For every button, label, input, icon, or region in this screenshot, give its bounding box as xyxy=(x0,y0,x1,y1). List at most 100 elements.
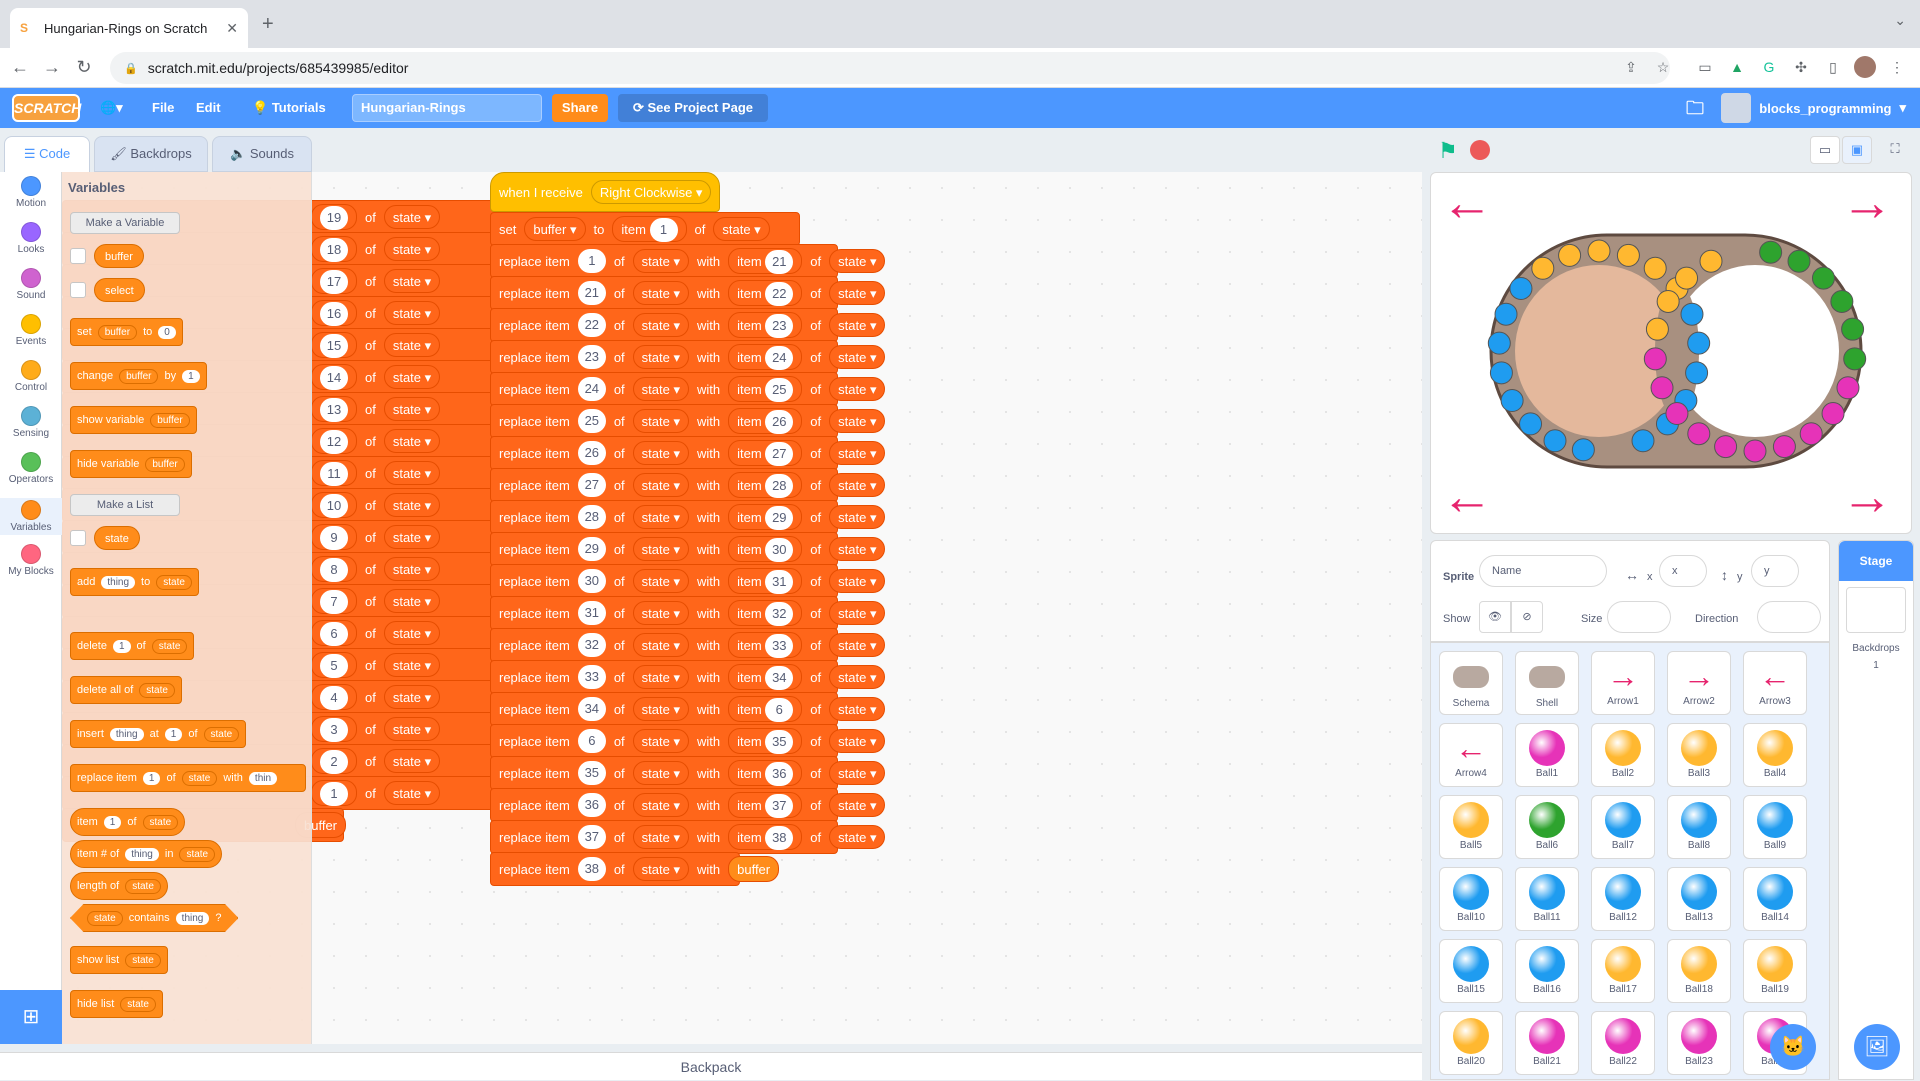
index-input[interactable]: 23 xyxy=(765,314,794,338)
item-of-reporter[interactable]: 6 xyxy=(311,620,357,646)
stop-sign-icon[interactable] xyxy=(1470,140,1490,160)
sprite-tile[interactable]: Ball4 xyxy=(1743,723,1807,787)
index-input[interactable]: 36 xyxy=(765,762,794,786)
item-of-reporter[interactable]: item 23 xyxy=(728,312,803,338)
see-project-page-button[interactable]: ⟳ See Project Page xyxy=(618,94,768,122)
sprite-tile[interactable]: Ball15 xyxy=(1439,939,1503,1003)
list-contains-boolean[interactable]: state contains thing? xyxy=(70,904,239,932)
bookmark-star-icon[interactable]: ☆ xyxy=(1652,56,1674,78)
hide-list-block[interactable]: hide list state xyxy=(70,990,163,1018)
list-dropdown[interactable]: state ▾ xyxy=(383,525,441,549)
thing-input[interactable]: thin xyxy=(248,771,278,785)
replace-item-block[interactable]: replace item 1 of state with thin xyxy=(70,764,306,792)
list-dropdown[interactable]: state ▾ xyxy=(383,749,441,773)
list-dropdown[interactable]: state xyxy=(120,996,156,1012)
replace-item-block[interactable]: replace item 27 of state ▾ with item 28 of stat… xyxy=(490,468,886,502)
index-input[interactable]: 35 xyxy=(577,761,606,785)
replace-item-block[interactable]: replace item 34 of state ▾ with item 6 of state… xyxy=(490,692,886,726)
index-input[interactable]: 29 xyxy=(577,537,606,561)
show-list-block[interactable]: show list state xyxy=(70,946,168,974)
list-dropdown[interactable]: state ▾ xyxy=(829,601,886,625)
thing-input[interactable]: thing xyxy=(109,727,144,741)
index-input[interactable]: 1 xyxy=(142,771,161,785)
index-input[interactable]: 8 xyxy=(320,558,348,582)
green-flag-icon[interactable]: ⚑ xyxy=(1438,138,1458,164)
index-input[interactable]: 37 xyxy=(577,825,606,849)
item-of-reporter[interactable]: item 31 xyxy=(728,568,803,594)
cast-icon[interactable]: ▭ xyxy=(1694,56,1716,78)
list-dropdown[interactable]: state ▾ xyxy=(829,377,886,401)
make-list-button[interactable]: Make a List xyxy=(70,494,180,516)
list-dropdown[interactable]: state ▾ xyxy=(383,717,441,741)
index-input[interactable]: 16 xyxy=(320,302,348,326)
list-dropdown[interactable]: state xyxy=(179,846,216,862)
sprite-tile[interactable]: Ball13 xyxy=(1667,867,1731,931)
variable-reporter-select[interactable]: select xyxy=(94,278,145,302)
index-input[interactable]: 1 xyxy=(164,727,183,741)
list-dropdown[interactable]: state ▾ xyxy=(829,345,886,369)
sidepanel-icon[interactable]: ▯ xyxy=(1822,56,1844,78)
replace-item-block[interactable]: replace item 32 of state ▾ with item 33 of stat… xyxy=(490,628,886,662)
list-dropdown[interactable]: state ▾ xyxy=(383,653,441,677)
list-dropdown[interactable]: state ▾ xyxy=(383,781,441,805)
browser-menu-icon[interactable]: ⋮ xyxy=(1886,56,1908,78)
add-extension-button[interactable]: ⊞ xyxy=(0,990,62,1044)
index-input[interactable]: 1 xyxy=(320,782,348,806)
index-input[interactable]: 19 xyxy=(320,206,348,230)
set-variable-block[interactable]: set buffer to 0 xyxy=(70,318,183,346)
index-input[interactable]: 2 xyxy=(320,750,348,774)
item-of-reporter[interactable]: 13 xyxy=(311,396,357,422)
language-globe-icon[interactable]: 🌐▾ xyxy=(100,88,123,128)
add-sprite-cat-icon[interactable]: 🐱 xyxy=(1770,1024,1816,1070)
list-dropdown[interactable]: state ▾ xyxy=(383,365,441,389)
tab-backdrops[interactable]: 🖌 Backdrops xyxy=(94,136,208,172)
small-stage-icon[interactable]: ▭ xyxy=(1810,136,1840,164)
length-of-reporter[interactable]: length of state xyxy=(70,872,168,900)
set-variable-block[interactable]: set buffer ▾ to item 1 of state ▾ xyxy=(490,212,800,246)
item-of-reporter[interactable]: item 32 xyxy=(728,600,803,626)
tab-sounds[interactable]: 🔈 Sounds xyxy=(212,136,312,172)
list-dropdown[interactable]: state ▾ xyxy=(829,697,886,721)
index-input[interactable]: 6 xyxy=(320,622,348,646)
tab-search-chevron-icon[interactable]: ⌄ xyxy=(1894,12,1906,29)
index-input[interactable]: 1 xyxy=(577,249,606,273)
list-dropdown[interactable]: state ▾ xyxy=(383,333,441,357)
item-of-reporter[interactable]: 3 xyxy=(311,716,357,742)
item-of-reporter[interactable]: 9 xyxy=(311,524,357,550)
my-stuff-folder-icon[interactable]: 🗀 xyxy=(1686,88,1704,128)
list-dropdown[interactable]: state xyxy=(125,878,161,894)
index-input[interactable]: 33 xyxy=(577,665,606,689)
list-dropdown[interactable]: state ▾ xyxy=(829,825,886,849)
index-input[interactable]: 27 xyxy=(765,442,794,466)
list-dropdown[interactable]: state ▾ xyxy=(383,397,441,421)
list-dropdown[interactable]: state xyxy=(142,814,179,830)
replace-item-block[interactable]: replace item 22 of state ▾ with item 23 of stat… xyxy=(490,308,886,342)
variable-dropdown[interactable]: buffer xyxy=(119,368,159,384)
replace-item-block[interactable]: replace item 31 of state ▾ with item 32 of stat… xyxy=(490,596,886,630)
item-of-reporter[interactable]: 16 xyxy=(311,300,357,326)
category-sensing[interactable]: Sensing xyxy=(0,406,62,439)
message-dropdown[interactable]: Right Clockwise ▾ xyxy=(590,180,712,204)
index-input[interactable]: 33 xyxy=(765,634,794,658)
item-of-reporter[interactable]: 7 xyxy=(311,588,357,614)
show-eye-icon[interactable]: 👁 xyxy=(1479,601,1511,633)
sprite-tile[interactable]: Ball17 xyxy=(1591,939,1655,1003)
scratch-logo[interactable]: SCRATCH xyxy=(12,94,81,122)
list-dropdown[interactable]: state ▾ xyxy=(383,269,441,293)
index-input[interactable]: 13 xyxy=(320,398,348,422)
buffer-reporter[interactable]: buffer xyxy=(728,856,780,882)
index-input[interactable]: 27 xyxy=(577,473,606,497)
sprite-tile[interactable]: → Arrow2 xyxy=(1667,651,1731,715)
replace-item-block[interactable]: replace item 36 of state ▾ with item 37 of stat… xyxy=(490,788,886,822)
direction-input[interactable] xyxy=(1757,601,1821,633)
list-dropdown[interactable]: state ▾ xyxy=(632,313,689,337)
item-of-reporter[interactable]: item 33 xyxy=(728,632,803,658)
index-input[interactable]: 30 xyxy=(765,538,794,562)
item-of-reporter[interactable]: item 1 of state xyxy=(70,808,186,836)
index-input[interactable]: 18 xyxy=(320,238,348,262)
sprite-tile[interactable]: Shell xyxy=(1515,651,1579,715)
tab-code[interactable]: ☰ Code xyxy=(4,136,90,172)
edit-menu[interactable]: Edit xyxy=(196,88,221,128)
replace-item-block[interactable]: replace item 21 of state ▾ with item 22 of stat… xyxy=(490,276,886,310)
index-input[interactable]: 31 xyxy=(765,570,794,594)
